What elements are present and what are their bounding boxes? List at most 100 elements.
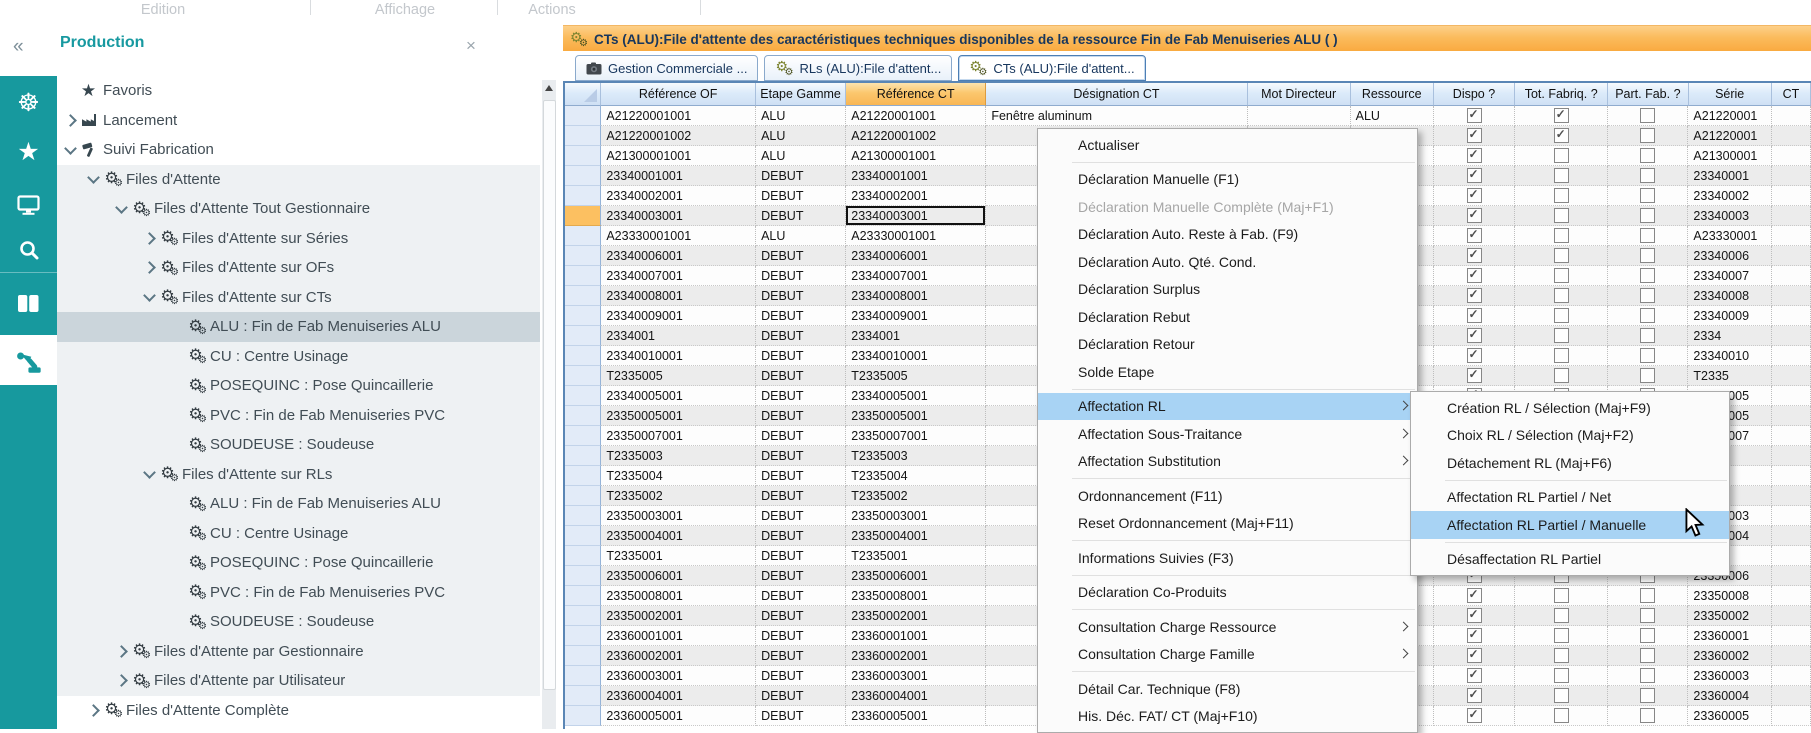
submenu-item[interactable]: Choix RL / Sélection (Maj+F2) [1411, 422, 1729, 450]
cell-ref_ct[interactable]: 23340002001 [846, 186, 986, 206]
cell-part[interactable] [1608, 366, 1688, 386]
tab[interactable]: Gestion Commerciale ... [575, 55, 758, 81]
cell-tot[interactable] [1515, 606, 1608, 626]
cell-etape[interactable]: DEBUT [756, 266, 846, 286]
cell-etape[interactable]: DEBUT [756, 666, 846, 686]
cell-dispo[interactable] [1434, 686, 1515, 706]
cell-tot[interactable] [1515, 666, 1608, 686]
checkbox-unchecked[interactable] [1554, 348, 1569, 363]
cell-ct2[interactable] [1772, 186, 1811, 206]
context-menu-item[interactable]: Consultation Charge Ressource [1038, 613, 1417, 641]
cell-ref_of[interactable]: 23350004001 [601, 526, 756, 546]
tree-item[interactable]: ⚙⚙Files d'Attente Tout Gestionnaire [57, 194, 540, 224]
cell-ct2[interactable] [1772, 426, 1811, 446]
cell-part[interactable] [1608, 246, 1688, 266]
cell-tot[interactable] [1515, 246, 1608, 266]
cell-tot[interactable] [1515, 186, 1608, 206]
checkbox-unchecked[interactable] [1554, 288, 1569, 303]
cell-dispo[interactable] [1434, 286, 1515, 306]
checkbox-unchecked[interactable] [1554, 168, 1569, 183]
cell-tot[interactable] [1515, 226, 1608, 246]
cell-etape[interactable]: ALU [756, 126, 846, 146]
cell-dispo[interactable] [1434, 626, 1515, 646]
context-menu-item[interactable]: Déclaration Manuelle Complète (Maj+F1) [1038, 193, 1417, 221]
checkbox-checked[interactable] [1467, 348, 1482, 363]
cell-dispo[interactable] [1434, 186, 1515, 206]
panel-collapse-button[interactable]: « [13, 36, 24, 58]
cell-serie[interactable]: A21220001 [1688, 106, 1771, 126]
cell-serie[interactable]: 23340010 [1688, 346, 1771, 366]
cell-etape[interactable]: DEBUT [756, 306, 846, 326]
context-menu-item[interactable]: Détail Car. Technique (F8) [1038, 675, 1417, 703]
checkbox-unchecked[interactable] [1640, 668, 1655, 683]
cell-etape[interactable]: DEBUT [756, 626, 846, 646]
cell-ref_ct[interactable]: A21220001001 [846, 106, 986, 126]
tree-item[interactable]: ⚙⚙Files d'Attente par Gestionnaire [57, 637, 540, 667]
cell-serie[interactable]: 23360004 [1688, 686, 1771, 706]
checkbox-checked[interactable] [1467, 128, 1482, 143]
cell-dispo[interactable] [1434, 326, 1515, 346]
cell-ct2[interactable] [1772, 226, 1811, 246]
context-menu-item[interactable]: Consultation Charge Famille [1038, 641, 1417, 669]
checkbox-unchecked[interactable] [1640, 608, 1655, 623]
cell-ref_of[interactable]: 23340001001 [601, 166, 756, 186]
checkbox-unchecked[interactable] [1640, 188, 1655, 203]
cell-ref_of[interactable]: 23340009001 [601, 306, 756, 326]
cell-ref_of[interactable]: 23340010001 [601, 346, 756, 366]
context-menu-item[interactable]: Actualiser [1038, 131, 1417, 159]
checkbox-checked[interactable] [1467, 368, 1482, 383]
submenu-item[interactable]: Désaffectation RL Partiel [1411, 546, 1729, 574]
cell-ref_ct[interactable]: 23350005001 [846, 406, 986, 426]
row-selector[interactable] [565, 126, 601, 146]
cell-tot[interactable] [1515, 306, 1608, 326]
column-header-ref_of[interactable]: Référence OF [601, 83, 756, 106]
checkbox-unchecked[interactable] [1554, 628, 1569, 643]
checkbox-unchecked[interactable] [1554, 368, 1569, 383]
checkbox-unchecked[interactable] [1640, 708, 1655, 723]
cell-ref_ct[interactable]: T2335002 [846, 486, 986, 506]
cell-tot[interactable] [1515, 146, 1608, 166]
cell-etape[interactable]: DEBUT [756, 326, 846, 346]
cell-ct2[interactable] [1772, 246, 1811, 266]
cell-part[interactable] [1608, 166, 1688, 186]
context-menu-item[interactable]: Informations Suivies (F3) [1038, 544, 1417, 572]
tree-item[interactable]: ★Favoris [57, 76, 540, 106]
cell-ref_ct[interactable]: 23340010001 [846, 346, 986, 366]
cell-ref_ct[interactable]: 23350006001 [846, 566, 986, 586]
checkbox-unchecked[interactable] [1640, 328, 1655, 343]
checkbox-unchecked[interactable] [1640, 268, 1655, 283]
cell-dispo[interactable] [1434, 666, 1515, 686]
column-header-etape[interactable]: Etape Gamme [756, 83, 846, 106]
cell-tot[interactable] [1515, 586, 1608, 606]
cell-tot[interactable] [1515, 266, 1608, 286]
cell-ref_ct[interactable]: 23350007001 [846, 426, 986, 446]
cell-ct2[interactable] [1772, 386, 1811, 406]
checkbox-unchecked[interactable] [1554, 708, 1569, 723]
row-selector[interactable] [565, 626, 601, 646]
cell-ref_of[interactable]: 23360004001 [601, 686, 756, 706]
checkbox-checked[interactable] [1467, 208, 1482, 223]
cell-ref_of[interactable]: 23350002001 [601, 606, 756, 626]
row-selector[interactable] [565, 566, 601, 586]
cell-serie[interactable]: 23340003 [1688, 206, 1771, 226]
cell-ref_of[interactable]: 23340007001 [601, 266, 756, 286]
row-selector[interactable] [565, 466, 601, 486]
cell-ct2[interactable] [1772, 546, 1811, 566]
row-selector[interactable] [565, 186, 601, 206]
cell-ct2[interactable] [1772, 666, 1811, 686]
cell-ref_of[interactable]: 23350007001 [601, 426, 756, 446]
checkbox-unchecked[interactable] [1554, 668, 1569, 683]
cell-etape[interactable]: DEBUT [756, 586, 846, 606]
row-selector[interactable] [565, 366, 601, 386]
cell-dispo[interactable] [1434, 146, 1515, 166]
cell-tot[interactable] [1515, 126, 1608, 146]
checkbox-checked[interactable] [1467, 688, 1482, 703]
cell-ref_ct[interactable]: 23360005001 [846, 706, 986, 726]
cell-ref_of[interactable]: 23360003001 [601, 666, 756, 686]
checkbox-checked[interactable] [1467, 328, 1482, 343]
cell-ct2[interactable] [1772, 526, 1811, 546]
tree-item[interactable]: Lancement [57, 106, 540, 136]
cell-etape[interactable]: DEBUT [756, 206, 846, 226]
cell-tot[interactable] [1515, 626, 1608, 646]
cell-ref_ct[interactable]: 23360002001 [846, 646, 986, 666]
